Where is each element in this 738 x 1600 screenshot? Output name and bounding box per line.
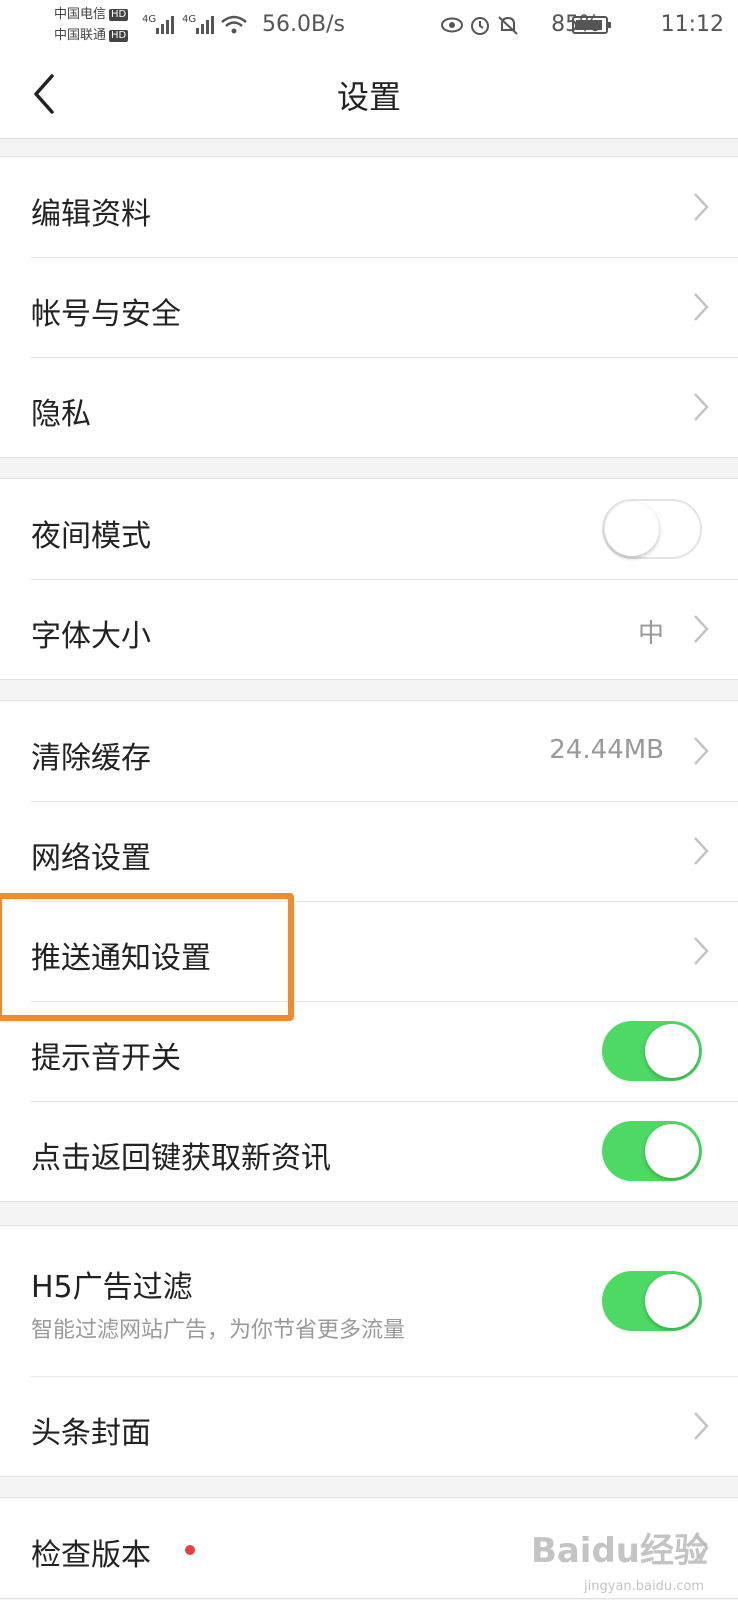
watermark-logo: Baidu经验: [530, 1531, 708, 1571]
clock-time: 11:12: [660, 12, 724, 37]
sound-toggle[interactable]: [602, 1021, 702, 1081]
profile-group: 编辑资料 帐号与安全 隐私: [0, 156, 738, 458]
carrier-info: 中国电信 HD 中国联通 HD: [54, 4, 129, 46]
privacy-row[interactable]: 隐私: [0, 357, 738, 457]
clear-cache-row[interactable]: 清除缓存 24.44MB: [0, 701, 738, 801]
update-dot: [185, 1545, 195, 1555]
cache-size-value: 24.44MB: [549, 735, 664, 765]
chevron-right-icon: [694, 193, 709, 221]
network-speed: 56.0B/s: [262, 12, 345, 37]
toggle-knob: [645, 1274, 699, 1328]
nav-bar: 设置: [0, 50, 738, 139]
row-label: 编辑资料: [31, 197, 151, 232]
font-size-value: 中: [637, 619, 664, 649]
row-label: 隐私: [31, 397, 91, 432]
hd-badge: HD: [109, 8, 129, 21]
row-label: 字体大小: [31, 619, 151, 654]
row-label: 夜间模式: [31, 519, 151, 554]
chevron-right-icon: [694, 393, 709, 421]
chevron-right-icon: [694, 293, 709, 321]
row-label: 帐号与安全: [31, 297, 181, 332]
toggle-knob: [645, 1124, 699, 1178]
row-label: 检查版本: [31, 1538, 151, 1573]
row-label: H5广告过滤: [31, 1270, 193, 1305]
font-size-row[interactable]: 字体大小 中: [0, 579, 738, 679]
hd-badge: HD: [109, 29, 129, 42]
watermark-url: jingyan.baidu.com: [584, 1579, 704, 1594]
carrier-1: 中国电信: [54, 7, 107, 22]
row-label: 头条封面: [31, 1416, 151, 1451]
page-title: 设置: [336, 78, 401, 116]
row-subtitle: 智能过滤网站广告，为你节省更多流量: [31, 1318, 406, 1343]
toggle-knob: [605, 502, 659, 556]
row-label: 提示音开关: [31, 1041, 181, 1076]
eye-icon: [441, 17, 463, 33]
status-bar: 中国电信 HD 中国联通 HD 4G 4G 56.0B/s 85% 11:12: [0, 0, 738, 50]
chevron-right-icon: [694, 737, 709, 765]
row-label: 网络设置: [31, 841, 151, 876]
night-mode-row: 夜间模式: [0, 479, 738, 579]
chevron-right-icon: [694, 937, 709, 965]
back-refresh-row: 点击返回键获取新资讯: [0, 1101, 738, 1201]
headline-cover-row[interactable]: 头条封面: [0, 1376, 738, 1476]
chevron-right-icon: [694, 615, 709, 643]
chevron-right-icon: [694, 837, 709, 865]
network-settings-row[interactable]: 网络设置: [0, 801, 738, 901]
chevron-right-icon: [694, 1412, 709, 1440]
account-security-row[interactable]: 帐号与安全: [0, 257, 738, 357]
back-refresh-toggle[interactable]: [602, 1121, 702, 1181]
ad-filter-toggle[interactable]: [602, 1271, 702, 1331]
net-type-1: 4G: [142, 14, 156, 25]
highlight-box: [0, 893, 294, 1021]
net-type-2: 4G: [182, 14, 196, 25]
signal-icon: 4G 4G: [142, 14, 247, 34]
h5-group: H5广告过滤 智能过滤网站广告，为你节省更多流量 头条封面: [0, 1225, 738, 1477]
battery-icon: [572, 16, 611, 34]
row-label: 点击返回键获取新资讯: [31, 1141, 331, 1176]
toggle-knob: [645, 1024, 699, 1078]
row-label: 清除缓存: [31, 741, 151, 776]
edit-profile-row[interactable]: 编辑资料: [0, 157, 738, 257]
carrier-2: 中国联通: [54, 28, 107, 43]
display-group: 夜间模式 字体大小 中: [0, 478, 738, 680]
mute-icon: [498, 16, 518, 35]
alarm-icon: [471, 17, 489, 35]
ad-filter-row: H5广告过滤 智能过滤网站广告，为你节省更多流量: [0, 1226, 738, 1376]
night-mode-toggle[interactable]: [602, 499, 702, 559]
